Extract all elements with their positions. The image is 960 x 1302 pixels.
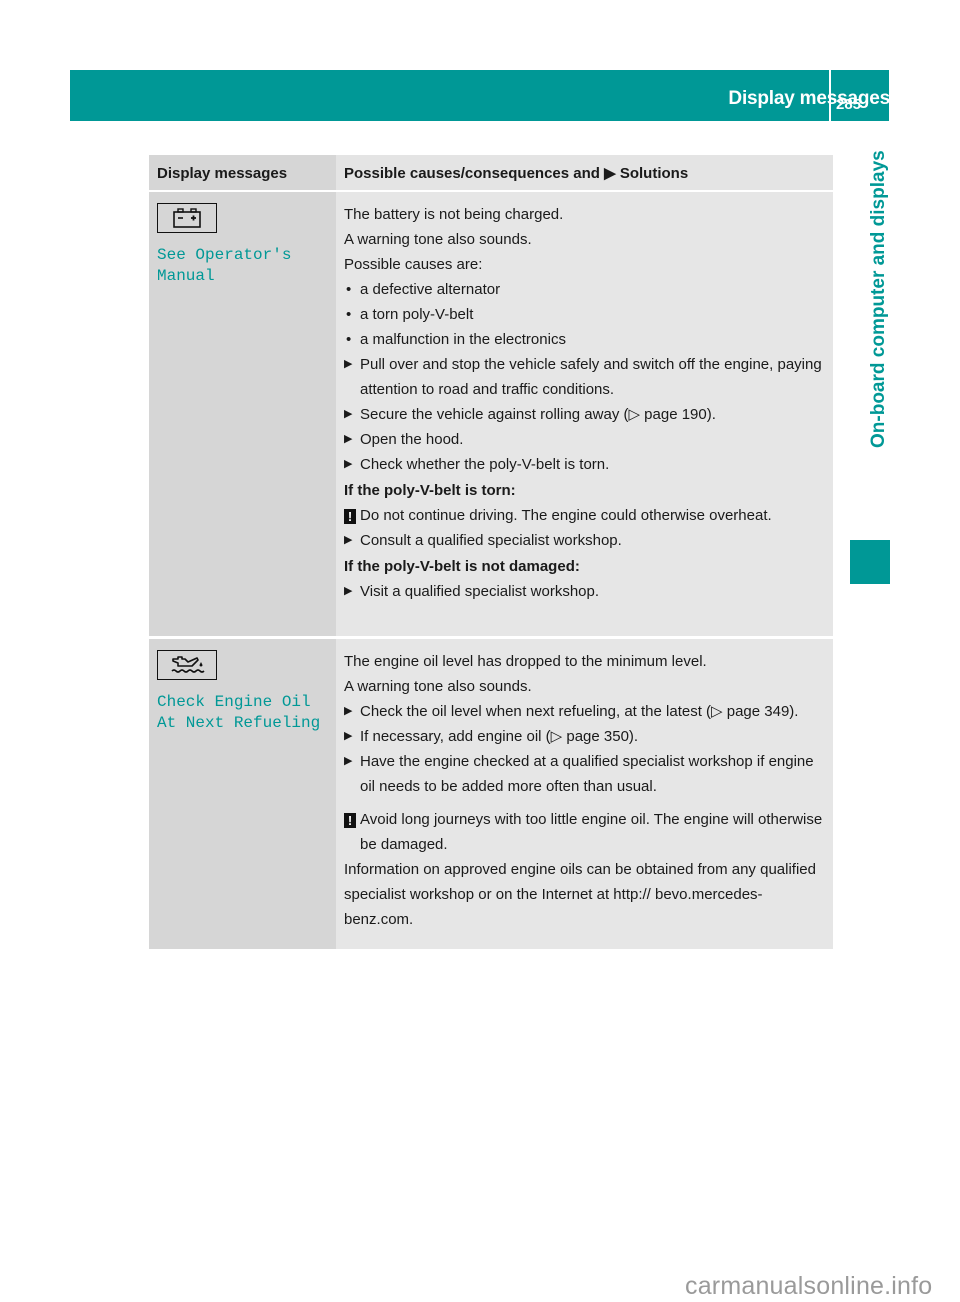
- step: ▶ Consult a qualified specialist workshop…: [344, 528, 829, 553]
- battery-icon: [157, 203, 217, 233]
- chapter-tab-marker: [850, 540, 890, 584]
- bullet-icon: •: [346, 331, 352, 348]
- oil-can-icon: [157, 650, 217, 680]
- step-text: Have the engine checked at a qualified s…: [360, 753, 814, 795]
- step: ▶ Pull over and stop the vehicle safely a…: [344, 352, 829, 402]
- display-message-cell: See Operator's Manual: [149, 191, 336, 638]
- warning-text: Avoid long journeys with too little engi…: [360, 811, 823, 853]
- display-text-line: Manual: [157, 267, 215, 285]
- step-arrow-icon: ▶: [344, 358, 353, 370]
- step-arrow-icon: ▶: [604, 165, 616, 182]
- step: ▶ Visit a qualified specialist workshop.: [344, 579, 829, 604]
- step: ▶ If necessary, add engine oil (▷ page 35…: [344, 724, 829, 749]
- paragraph: Possible causes are:: [344, 256, 483, 273]
- step-arrow-icon: ▶: [344, 705, 353, 717]
- display-text: Check Engine Oil At Next Refueling: [157, 692, 328, 734]
- step-arrow-icon: ▶: [344, 585, 353, 597]
- display-text-line: At Next Refueling: [157, 714, 321, 732]
- condition-heading: If the poly-V-belt is not damaged:: [344, 558, 580, 575]
- step-text: Consult a qualified specialist workshop.: [360, 532, 622, 549]
- column-header-causes: Possible causes/consequences and: [344, 165, 600, 182]
- step-text: Pull over and stop the vehicle safely an…: [360, 356, 822, 398]
- list-item-text: a malfunction in the electronics: [360, 331, 566, 348]
- step-text: If necessary, add engine oil (▷ page 350…: [360, 728, 639, 745]
- chapter-tab: On-board computer and displays: [868, 150, 889, 448]
- step-text: Check the oil level when next refueling,…: [360, 703, 799, 720]
- display-message-cell: Check Engine Oil At Next Refueling: [149, 637, 336, 949]
- causes-solutions-cell: The battery is not being charged. A warn…: [336, 191, 833, 638]
- paragraph: The engine oil level has dropped to the …: [344, 653, 707, 670]
- list-item: • a defective alternator: [344, 277, 829, 302]
- display-text: See Operator's Manual: [157, 245, 328, 287]
- step-arrow-icon: ▶: [344, 458, 353, 470]
- warning-icon: !: [344, 509, 356, 524]
- column-header-display-messages: Display messages: [149, 155, 336, 191]
- step: ▶ Secure the vehicle against rolling away…: [344, 402, 829, 427]
- warning-note: ! Avoid long journeys with too little eng…: [344, 807, 829, 857]
- list-item-text: a defective alternator: [360, 281, 501, 298]
- bullet-icon: •: [346, 281, 352, 298]
- step: ▶ Open the hood.: [344, 427, 829, 452]
- causes-solutions-cell: The engine oil level has dropped to the …: [336, 637, 833, 949]
- step: ▶ Have the engine checked at a qualified …: [344, 749, 829, 799]
- step-arrow-icon: ▶: [344, 730, 353, 742]
- column-header-solutions: Solutions: [619, 165, 689, 182]
- paragraph: A warning tone also sounds.: [344, 231, 532, 248]
- table-header-row: Display messages Possible causes/consequ…: [149, 155, 833, 191]
- section-title: Display messages: [728, 88, 890, 109]
- paragraph: A warning tone also sounds.: [344, 678, 532, 695]
- warning-note: ! Do not continue driving. The engine cou…: [344, 503, 829, 528]
- warning-icon: !: [344, 813, 356, 828]
- display-text-line: See Operator's: [157, 246, 292, 264]
- step-text: Check whether the poly-V-belt is torn.: [360, 456, 610, 473]
- table-row: Check Engine Oil At Next Refueling The e…: [149, 637, 833, 949]
- bullet-icon: •: [346, 306, 352, 323]
- step-text: Open the hood.: [360, 431, 464, 448]
- condition-heading: If the poly-V-belt is torn:: [344, 482, 516, 499]
- column-header-causes-solutions: Possible causes/consequences and ▶ Solut…: [336, 155, 833, 191]
- step-text: Secure the vehicle against rolling away …: [360, 406, 716, 423]
- step-arrow-icon: ▶: [344, 433, 353, 445]
- list-item: • a malfunction in the electronics: [344, 327, 829, 352]
- step-text: Visit a qualified specialist workshop.: [360, 583, 600, 600]
- header-divider: [829, 70, 831, 121]
- step: ▶ Check whether the poly-V-belt is torn.: [344, 452, 829, 477]
- table-row: See Operator's Manual The battery is not…: [149, 191, 833, 638]
- step: ▶ Check the oil level when next refueling…: [344, 699, 829, 724]
- display-messages-table: Display messages Possible causes/consequ…: [149, 155, 833, 949]
- display-text-line: Check Engine Oil: [157, 693, 311, 711]
- page-number: 285: [836, 96, 862, 113]
- watermark: carmanualsonline.info: [685, 1272, 933, 1300]
- paragraph: The battery is not being charged.: [344, 206, 564, 223]
- list-item-text: a torn poly-V-belt: [360, 306, 474, 323]
- step-arrow-icon: ▶: [344, 534, 353, 546]
- step-arrow-icon: ▶: [344, 755, 353, 767]
- step-arrow-icon: ▶: [344, 408, 353, 420]
- warning-text: Do not continue driving. The engine coul…: [360, 507, 772, 524]
- list-item: • a torn poly-V-belt: [344, 302, 829, 327]
- paragraph: Information on approved engine oils can …: [344, 861, 816, 928]
